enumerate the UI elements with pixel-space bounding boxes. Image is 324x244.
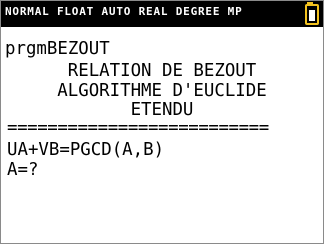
status-bar: NORMAL FLOAT AUTO REAL DEGREE MP	[1, 1, 323, 27]
calculator-screen: NORMAL FLOAT AUTO REAL DEGREE MP prgmBEZ…	[0, 0, 324, 244]
mode-indicators: NORMAL FLOAT AUTO REAL DEGREE MP	[5, 5, 243, 18]
title-line-1: RELATION DE BEZOUT	[67, 61, 257, 81]
battery-icon	[305, 4, 319, 25]
title-line-2: ALGORITHME D'EUCLIDE	[57, 81, 267, 101]
input-prompt-a[interactable]: A=?	[7, 161, 323, 180]
program-command: prgmBEZOUT	[5, 39, 110, 59]
separator-line: ==========================	[7, 118, 269, 138]
battery-level	[309, 10, 315, 21]
equation-line: UA+VB=PGCD(A,B)	[7, 140, 165, 160]
